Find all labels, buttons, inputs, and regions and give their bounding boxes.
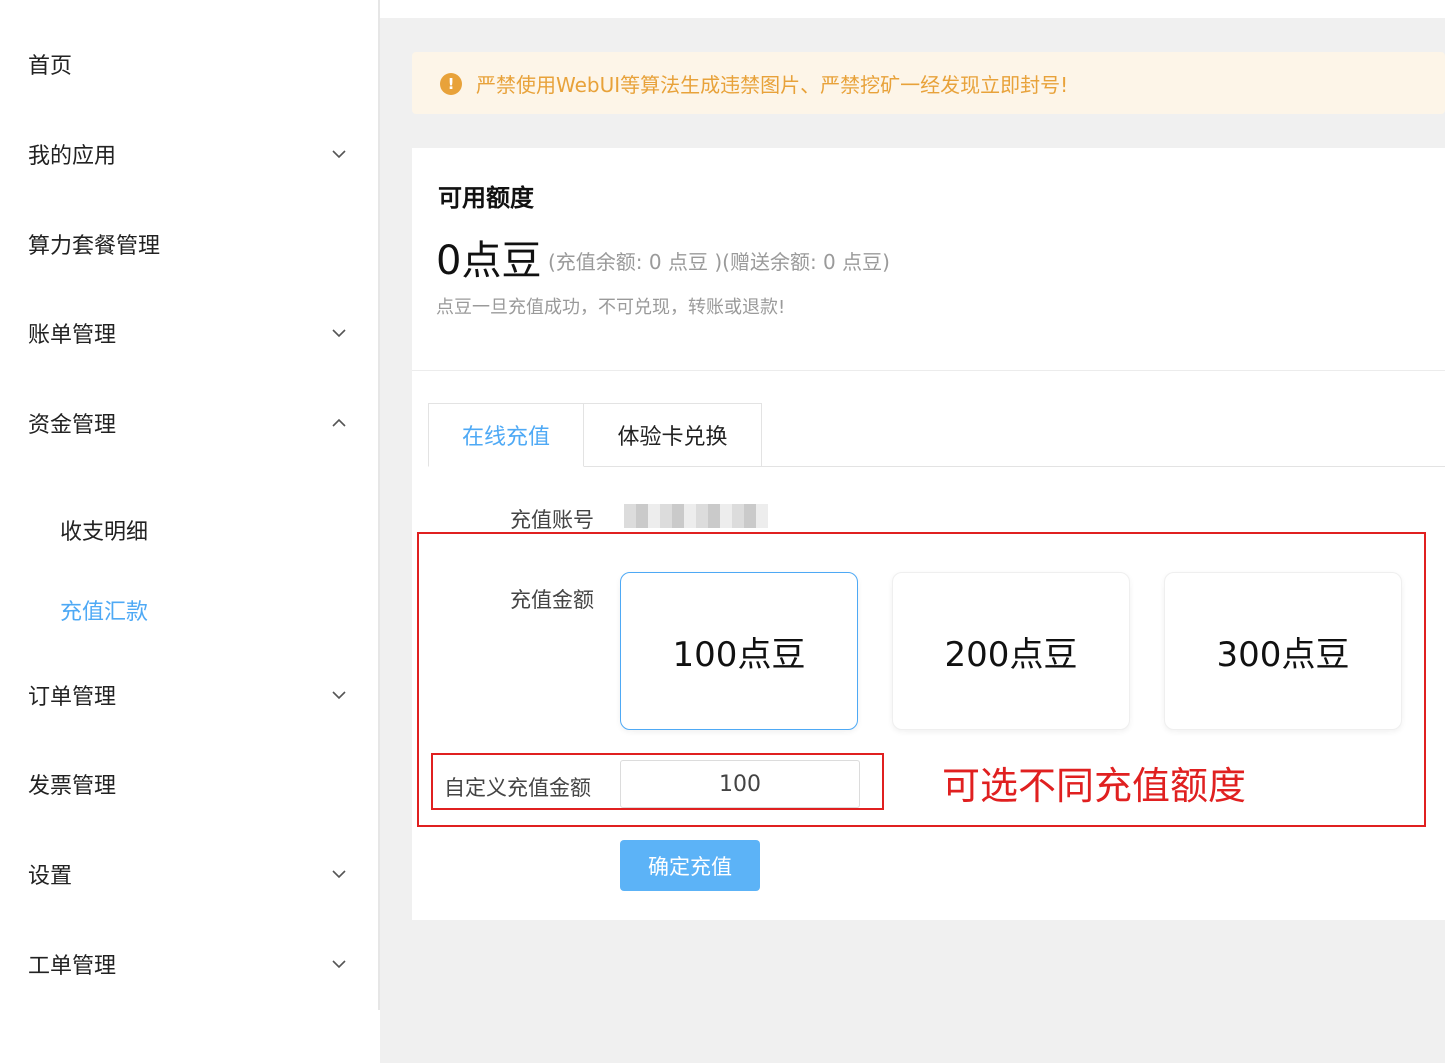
quota-title: 可用额度 [438, 184, 534, 212]
account-value-blurred [624, 504, 768, 528]
sidebar-item-label: 收支明细 [60, 520, 149, 545]
sidebar-item-label: 首页 [28, 54, 73, 79]
sidebar: 首页 我的应用 算力套餐管理 账单管理 资金管理 收支明细 充值汇款 订单管理 … [0, 0, 380, 1063]
divider [412, 370, 1445, 371]
chevron-down-icon [332, 867, 346, 881]
chevron-up-icon [332, 416, 346, 430]
account-label: 充值账号 [510, 508, 594, 532]
sidebar-item-label: 订单管理 [28, 685, 117, 710]
tabs: 在线充值 体验卡兑换 [428, 403, 762, 467]
top-strip [380, 0, 1445, 18]
sidebar-item-billing[interactable]: 账单管理 [0, 308, 378, 358]
sidebar-item-transactions[interactable]: 收支明细 [0, 505, 378, 555]
sidebar-divider [378, 0, 380, 1010]
sidebar-item-tickets[interactable]: 工单管理 [0, 939, 378, 989]
annotation-box-custom [431, 753, 884, 810]
sidebar-item-orders[interactable]: 订单管理 [0, 670, 378, 720]
sidebar-item-invoices[interactable]: 发票管理 [0, 759, 378, 809]
sidebar-item-label: 我的应用 [28, 144, 117, 169]
tab-online-recharge[interactable]: 在线充值 [428, 403, 584, 467]
quota-note: 点豆一旦充值成功，不可兑现，转账或退款! [436, 297, 786, 318]
quota-detail: (充值余额: 0 点豆 )(赠送余额: 0 点豆) [548, 250, 890, 274]
exclamation-icon: ! [440, 73, 462, 95]
sidebar-item-label: 充值汇款 [60, 600, 149, 625]
sidebar-item-label: 设置 [28, 864, 73, 889]
chevron-down-icon [332, 688, 346, 702]
sidebar-item-compute-plans[interactable]: 算力套餐管理 [0, 219, 378, 269]
annotation-text: 可选不同充值额度 [942, 764, 1247, 808]
sidebar-item-label: 工单管理 [28, 954, 117, 979]
chevron-down-icon [332, 147, 346, 161]
sidebar-item-label: 发票管理 [28, 774, 117, 799]
sidebar-item-recharge[interactable]: 充值汇款 [0, 585, 378, 635]
sidebar-item-funds[interactable]: 资金管理 [0, 398, 378, 448]
sidebar-item-label: 资金管理 [28, 413, 117, 438]
warning-alert: ! 严禁使用WebUI等算法生成违禁图片、严禁挖矿一经发现立即封号! [412, 52, 1445, 114]
sidebar-item-my-apps[interactable]: 我的应用 [0, 129, 378, 179]
tab-trial-card[interactable]: 体验卡兑换 [584, 403, 762, 467]
confirm-recharge-button[interactable]: 确定充值 [620, 840, 760, 891]
sidebar-item-home[interactable]: 首页 [0, 39, 378, 89]
quota-amount: 0点豆 [436, 238, 542, 284]
sidebar-item-label: 账单管理 [28, 323, 117, 348]
sidebar-item-label: 算力套餐管理 [28, 234, 161, 259]
chevron-down-icon [332, 957, 346, 971]
alert-text: 严禁使用WebUI等算法生成违禁图片、严禁挖矿一经发现立即封号! [476, 72, 1069, 97]
chevron-down-icon [332, 326, 346, 340]
sidebar-item-settings[interactable]: 设置 [0, 849, 378, 899]
